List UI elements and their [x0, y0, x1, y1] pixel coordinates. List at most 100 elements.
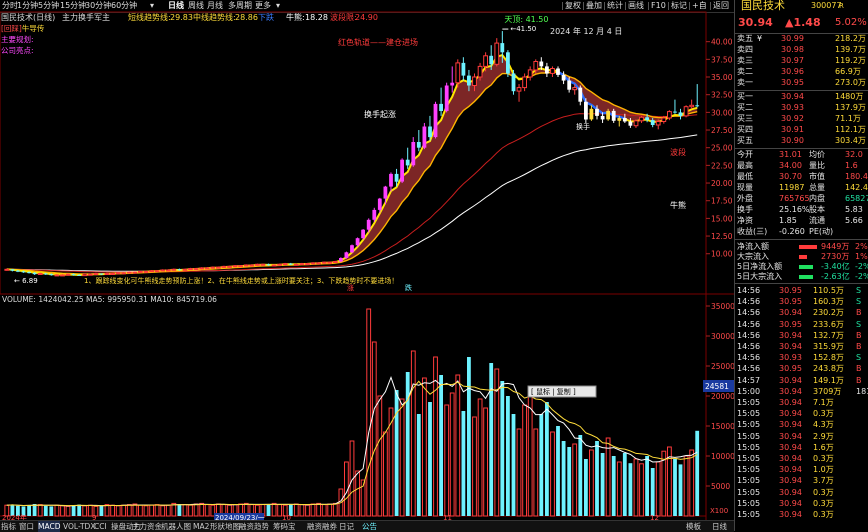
bid-volume: 137.9万: [835, 103, 866, 112]
candle: [589, 108, 594, 120]
candle: [689, 104, 695, 108]
flow-value: -2.63亿: [821, 272, 850, 281]
ask-price: 30.99: [781, 34, 804, 43]
tick-price: 30.94: [779, 498, 802, 508]
ask-volume: 139.7万: [835, 45, 866, 54]
indicator-tab-9[interactable]: 形狀地图: [210, 521, 240, 532]
candle: [249, 264, 255, 267]
candle: [667, 111, 672, 119]
candle: [332, 261, 338, 263]
volume-bar: [683, 455, 689, 517]
tick-time: 15:05: [737, 431, 761, 441]
price-axis-label: 40.00: [711, 38, 733, 47]
flow-label: 5日净流入额: [737, 262, 783, 271]
volume-bar: [410, 350, 416, 517]
indicator-tabs: 指标 窗口 MACD VOL-TDX CCI 操盘动力 主力资金 机器人图 MA2 形狀地图 融资趋…: [0, 520, 734, 532]
quote-label: 净资: [737, 216, 753, 225]
tick-volume: 149.1万: [813, 375, 844, 385]
indicator-tab-8[interactable]: MA2: [193, 521, 209, 532]
indicator-tab-6[interactable]: 主力资金: [132, 521, 162, 532]
volume-bar: [316, 502, 322, 517]
price-axis-label: 32.50: [711, 91, 733, 100]
tick-row-20: 15:05 30.94 0.3万: [735, 510, 868, 520]
last-price: 30.94: [738, 16, 773, 29]
bottom-right-1[interactable]: 日线: [712, 521, 727, 532]
tick-price: 30.94: [779, 465, 802, 475]
volume-bar: [383, 431, 388, 517]
tick-row-7: 14:56 30.95 243.8万 B: [735, 364, 868, 374]
candle: [149, 270, 154, 273]
flow-bar: [799, 265, 813, 269]
candle: [584, 101, 588, 120]
indicator-tab-1[interactable]: 窗口: [19, 521, 34, 532]
ask-volume: 273.0万: [835, 78, 866, 87]
quote-value: 65827: [845, 194, 868, 203]
indicator-tab-2[interactable]: MACD: [38, 521, 61, 532]
bottom-right-0[interactable]: 模板: [686, 521, 701, 532]
indicator-tab-14[interactable]: 公告: [362, 521, 377, 532]
volume-bar: [449, 392, 455, 517]
tick-direction: B: [856, 375, 862, 385]
tick-time: 14:56: [737, 308, 761, 318]
kline-chart[interactable]: 40.00 37.50 35.00 32.50 30.00 27.50 25.00 22.50…: [0, 0, 734, 531]
low-price-label: ← 6.89: [14, 277, 38, 285]
tick-direction: 181: [856, 386, 868, 396]
tick-time: 14:56: [737, 297, 761, 307]
volume-bar: [305, 504, 310, 517]
volume-bar: [527, 395, 533, 517]
indicator-tab-13[interactable]: 日记: [339, 521, 354, 532]
fall-label: 跌: [405, 283, 412, 292]
indicator-tab-3[interactable]: VOL-TDX: [63, 521, 95, 532]
tick-time: 14:56: [737, 342, 761, 351]
fund-flow-3: 5日大宗流入 -2.63亿 -2%: [735, 272, 868, 282]
quote-row-7: 收益(三) -0.260 PE(动): [735, 227, 868, 237]
candle: [561, 74, 566, 81]
candle: [327, 261, 333, 264]
volume-bar: [188, 504, 193, 517]
candle: [506, 52, 510, 74]
quote-label: PE(动): [809, 227, 834, 236]
price-row: 30.94 ▲1.48 5.02%: [735, 16, 868, 32]
ask-price: 30.97: [781, 56, 804, 65]
volume-bar: [182, 504, 188, 517]
candle: [645, 117, 649, 121]
indicator-tab-12[interactable]: 融资融券: [307, 521, 337, 532]
volume-bar: [149, 504, 154, 517]
price-change-pct: 5.02%: [835, 17, 867, 28]
indicator-tab-7[interactable]: 机器人图: [161, 521, 191, 532]
volume-bar: [639, 463, 644, 517]
flow-value: 2730万: [821, 252, 850, 261]
indicator-tab-4[interactable]: CCI: [94, 521, 107, 532]
candle: [121, 272, 127, 275]
candle: [628, 121, 633, 126]
candle: [400, 159, 404, 182]
volume-bar: [589, 449, 594, 517]
indicator-tab-10[interactable]: 融资趋势: [239, 521, 269, 532]
wave-line-label: 波段: [670, 147, 686, 157]
candle: [494, 42, 500, 65]
flow-pct: 2%: [855, 242, 868, 251]
volume-bar: [533, 428, 539, 517]
indicator-tab-0[interactable]: 指标: [1, 521, 16, 532]
quote-row-5: 换手 25.16% 股本 5.83: [735, 205, 868, 215]
tick-row-5: 14:56 30.94 315.9万 B: [735, 342, 868, 352]
volume-bar: [321, 504, 327, 517]
fund-flow-0: 净流入额 9449万 2%: [735, 242, 868, 252]
candle: [160, 269, 166, 272]
red-channel-note: 红色轨道——建仓进场: [338, 37, 418, 47]
candle: [639, 116, 644, 122]
tick-time: 15:05: [737, 487, 761, 497]
volume-header: VOLUME: 1424042.25 MA5: 995950.31 MA10: …: [2, 295, 217, 304]
tick-volume: 0.3万: [813, 454, 834, 463]
candle: [545, 66, 549, 74]
bid-label: 买三: [737, 114, 753, 123]
candle: [572, 87, 578, 91]
ask-label: 卖一: [737, 78, 753, 87]
tick-volume: 1.6万: [813, 442, 834, 452]
candle: [182, 268, 188, 271]
flow-label: 5日大宗流入: [737, 272, 783, 281]
quote-label: 内盘: [809, 194, 825, 203]
indicator-tab-11[interactable]: 筹码宝: [273, 521, 296, 532]
volume-axis-label: 25000: [711, 362, 734, 371]
date-label: 2024 年 12 月 4 日: [550, 26, 622, 36]
